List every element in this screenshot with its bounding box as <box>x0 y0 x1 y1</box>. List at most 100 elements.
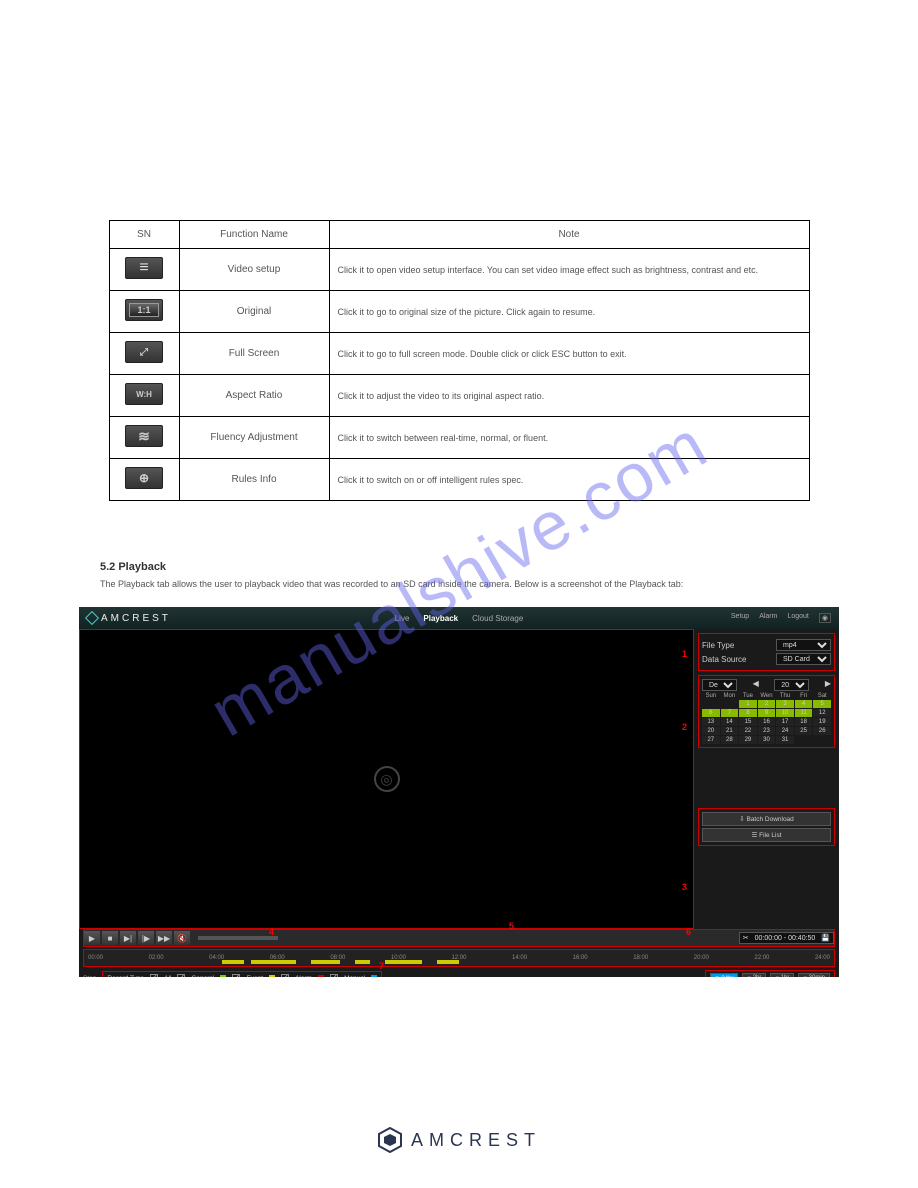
annotation-7: 7 <box>379 961 384 971</box>
fn-name: Original <box>179 291 329 333</box>
annotation-6: 6 <box>686 927 691 937</box>
play-button[interactable]: ▶ <box>84 931 100 945</box>
zoom-24hr-button[interactable]: ◉ 24hr <box>710 973 739 978</box>
save-clip-icon[interactable]: 💾 <box>821 935 830 942</box>
mute-button[interactable]: 🔇 <box>174 931 190 945</box>
annotation-2: 2 <box>682 722 687 732</box>
calendar-day[interactable]: 7 <box>721 709 739 717</box>
stop-button[interactable]: ■ <box>102 931 118 945</box>
month-select[interactable]: Dec <box>702 679 737 691</box>
calendar-day[interactable]: 1 <box>739 700 757 708</box>
calendar-day[interactable]: 3 <box>776 700 794 708</box>
table-header-row: SN Function Name Note <box>109 221 809 249</box>
filelist-button[interactable]: ☰ File List <box>702 828 831 842</box>
table-row: W:H Aspect Ratio Click it to adjust the … <box>109 375 809 417</box>
cb-all[interactable] <box>150 974 158 977</box>
calendar-day[interactable]: 17 <box>776 718 794 726</box>
datasource-select[interactable]: SD Card <box>776 653 831 665</box>
brand-logo-icon <box>85 611 99 625</box>
calendar-day[interactable]: 9 <box>758 709 776 717</box>
calendar-day[interactable]: 2 <box>758 700 776 708</box>
rules-info-icon: ⊕ <box>125 467 163 489</box>
cb-manual[interactable] <box>330 974 338 977</box>
video-viewport[interactable]: ◎ <box>79 629 694 929</box>
calendar-day[interactable]: 14 <box>721 718 739 726</box>
calendar-day[interactable]: 23 <box>758 727 776 735</box>
table-row: ⤢ Full Screen Click it to go to full scr… <box>109 333 809 375</box>
calendar-day[interactable]: 22 <box>739 727 757 735</box>
filetype-select[interactable]: mp4 <box>776 639 831 651</box>
timeline[interactable]: 00:0002:0004:0006:0008:0010:0012:0014:00… <box>83 949 835 967</box>
snapshot-icon[interactable]: ◉ <box>819 613 831 623</box>
original-size-icon: 1:1 <box>125 299 163 321</box>
zoom-30min-button[interactable]: ○ 30min <box>798 973 830 978</box>
zoom-2hr-button[interactable]: ○ 2hr <box>742 973 766 978</box>
footer-logo: AMCREST <box>377 1127 541 1153</box>
fn-note: Click it to go to full screen mode. Doub… <box>329 333 809 375</box>
fast-button[interactable]: ▶▶ <box>156 931 172 945</box>
section-heading: 5.2 Playback <box>100 561 868 573</box>
calendar-day[interactable]: 4 <box>795 700 813 708</box>
tab-live[interactable]: Live <box>395 614 410 623</box>
next-frame-button[interactable]: ▶| <box>120 931 136 945</box>
calendar-day[interactable]: 25 <box>795 727 813 735</box>
record-type-group: Record Type All General Event Alarm Manu… <box>102 971 382 977</box>
nav-setup[interactable]: Setup <box>731 613 749 623</box>
calendar-dow: Fri <box>795 693 813 699</box>
cb-event[interactable] <box>232 974 240 977</box>
year-select[interactable]: 2015 <box>774 679 809 691</box>
side-panel: File Type mp4 Data Source SD Card Dec ◀ … <box>694 629 839 929</box>
calendar-day[interactable]: 29 <box>739 736 757 744</box>
calendar-day[interactable]: 6 <box>702 709 720 717</box>
calendar-day[interactable]: 26 <box>813 727 831 735</box>
stop-label: Stop <box>83 975 96 978</box>
cb-general[interactable] <box>177 974 185 977</box>
calendar-dow: Sat <box>813 693 831 699</box>
footer-brand-text: AMCREST <box>411 1130 541 1151</box>
swatch-manual <box>371 975 377 977</box>
next-month-icon[interactable]: ▶ <box>825 679 831 691</box>
calendar-day[interactable]: 12 <box>813 709 831 717</box>
lbl-alarm: Alarm <box>295 975 312 978</box>
nav-alarm[interactable]: Alarm <box>759 613 777 623</box>
nav-logout[interactable]: Logout <box>787 613 808 623</box>
calendar-day[interactable]: 8 <box>739 709 757 717</box>
calendar-day[interactable]: 5 <box>813 700 831 708</box>
batch-download-button[interactable]: ⇩ Batch Download <box>702 812 831 826</box>
prev-month-icon[interactable]: ◀ <box>753 679 759 691</box>
calendar-day[interactable]: 19 <box>813 718 831 726</box>
swatch-general <box>220 975 226 977</box>
annotation-5: 5 <box>509 921 514 931</box>
calendar-day[interactable]: 31 <box>776 736 794 744</box>
calendar-day[interactable]: 18 <box>795 718 813 726</box>
calendar-day[interactable]: 15 <box>739 718 757 726</box>
filetype-label: File Type <box>702 641 734 650</box>
table-row: ≋ Fluency Adjustment Click it to switch … <box>109 417 809 459</box>
sliders-icon <box>125 257 163 279</box>
cb-alarm[interactable] <box>281 974 289 977</box>
fluency-icon: ≋ <box>125 425 163 447</box>
zoom-1hr-button[interactable]: ○ 1hr <box>770 973 794 978</box>
calendar-day[interactable]: 20 <box>702 727 720 735</box>
calendar-day[interactable]: 24 <box>776 727 794 735</box>
table-row: 1:1 Original Click it to go to original … <box>109 291 809 333</box>
calendar-day[interactable]: 27 <box>702 736 720 744</box>
calendar-day[interactable]: 10 <box>776 709 794 717</box>
slow-button[interactable]: |▶ <box>138 931 154 945</box>
tab-cloud[interactable]: Cloud Storage <box>472 614 523 623</box>
tab-playback[interactable]: Playback <box>423 614 458 623</box>
volume-slider[interactable] <box>198 936 278 940</box>
calendar-day[interactable]: 28 <box>721 736 739 744</box>
calendar-day[interactable]: 30 <box>758 736 776 744</box>
calendar-day[interactable]: 21 <box>721 727 739 735</box>
table-row: Video setup Click it to open video setup… <box>109 249 809 291</box>
clip-icon[interactable]: ✂ <box>743 935 749 942</box>
camera-placeholder-icon: ◎ <box>374 766 400 792</box>
swatch-event <box>269 975 275 977</box>
aspect-ratio-icon: W:H <box>125 383 163 405</box>
calendar-day[interactable]: 16 <box>758 718 776 726</box>
fn-name: Fluency Adjustment <box>179 417 329 459</box>
calendar-day[interactable]: 11 <box>795 709 813 717</box>
calendar-day[interactable]: 13 <box>702 718 720 726</box>
calendar-grid: SunMonTueWenThuFriSat1234567891011121314… <box>702 693 831 744</box>
